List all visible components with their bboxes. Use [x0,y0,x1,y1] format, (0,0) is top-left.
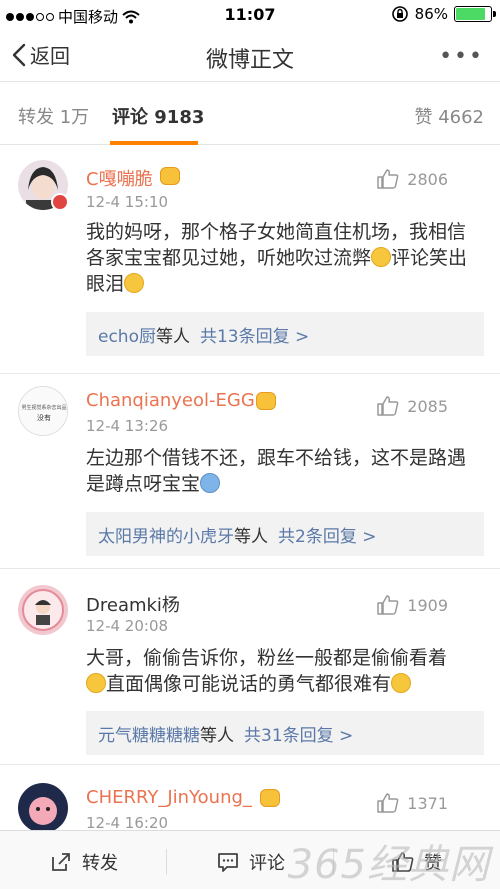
svg-text:男生视觉系杂志出品: 男生视觉系杂志出品 [21,404,66,411]
comment-text: 大哥，偷偷告诉你，粉丝一般都是偷偷看着 直面偶像可能说话的勇气都很难有 [86,647,448,695]
kid-emoji-icon [200,473,221,493]
comment-icon [218,853,238,872]
battery-icon [454,6,496,22]
reply-count[interactable]: 共2条回复 > [278,522,376,547]
page-title: 微博正文 [205,48,294,73]
like-count: 1371 [407,793,448,813]
comment-item: CHERRY_JinYoung_ 12-4 16:20 1371 [0,765,500,830]
comment-item: 男生视觉系杂志出品 没有 Chanqianyeol-EGG 12-4 13:26… [0,374,500,568]
laugh-tears-emoji-icon [391,673,412,693]
avatar[interactable]: 男生视觉系杂志出品 没有 [18,386,68,436]
reply-count[interactable]: 共31条回复 > [244,721,353,746]
comment-label: 评论 [249,853,285,874]
tab-bar: 转发 1万 评论 9183 赞 4662 [0,83,500,145]
like-button[interactable]: 2806 [377,169,448,189]
avatar[interactable] [18,783,68,830]
vip-badge-icon [260,789,280,807]
status-bar: 中国移动 11:07 86% [0,0,500,30]
reply-summary[interactable]: 元气糖糖糖糖 等人 共31条回复 > [86,711,484,755]
verified-badge-icon [51,193,69,211]
vip-badge-icon [256,392,276,410]
like-count: 1909 [407,595,448,615]
reply-users[interactable]: 元气糖糖糖糖 [98,721,200,746]
like-count: 2806 [407,169,448,189]
comment-item: Dreamki杨 12-4 20:08 1909 大哥，偷偷告诉你，粉丝一般都是… [0,569,500,764]
comment-time: 12-4 20:08 [86,617,169,635]
svg-text:没有: 没有 [37,413,51,422]
tab-repost[interactable]: 转发 1万 [18,103,89,129]
like-button[interactable]: 2085 [377,396,448,416]
nav-bar: 返回 微博正文 ••• [0,30,500,82]
like-button[interactable]: 1371 [377,793,448,813]
reply-mid: 等人 [200,725,234,746]
like-count: 2085 [407,396,448,416]
comment-text: 左边那个借钱不还，跟车不给钱，这不是路遇是蹲点呀宝宝 [86,447,467,495]
smile-emoji-icon [371,247,392,267]
thumbs-up-icon [377,793,399,813]
comment-author[interactable]: C嘎嘣脆 [86,165,153,191]
comment-time: 12-4 15:10 [86,193,169,211]
battery-percent: 86% [414,5,448,23]
rotation-lock-icon [391,6,408,22]
reply-mid: 等人 [155,326,190,347]
reply-summary[interactable]: echo厨 等人 共13条回复 > [86,312,484,356]
more-options-button[interactable]: ••• [439,44,484,69]
reply-count[interactable]: 共13条回复 > [200,322,309,347]
tab-like[interactable]: 赞 4662 [414,103,484,129]
comment-author[interactable]: CHERRY_JinYoung_ [86,787,252,808]
like-button[interactable]: 1909 [377,595,448,615]
comment-time: 12-4 13:26 [86,417,169,435]
reply-mid: 等人 [234,526,268,547]
vip-badge-icon [160,167,180,185]
repost-button[interactable]: 转发 [50,849,118,875]
thumbs-up-icon [377,595,399,615]
reply-users[interactable]: 太阳男神的小虎牙 [98,522,234,547]
comment-author[interactable]: Dreamki杨 [86,591,180,617]
tab-comment[interactable]: 评论 9183 [112,103,204,129]
reply-summary[interactable]: 太阳男神的小虎牙 等人 共2条回复 > [86,512,484,556]
watermark: 365经典网 [287,842,490,888]
comment-text: 我的妈呀，那个格子女她简直住机场，我相信各家宝宝都见过她，听她吹过流弊 评论笑出眼… [86,221,468,295]
avatar[interactable] [18,585,68,635]
comment-author[interactable]: Chanqianyeol-EGG [86,390,255,411]
comment-time: 12-4 16:20 [86,814,169,830]
comment-button[interactable]: 评论 [217,849,285,875]
laugh-tears-emoji-icon [124,273,145,293]
laugh-tears-emoji-icon [86,673,106,693]
thumbs-up-icon [377,396,399,416]
repost-icon [52,853,70,871]
divider [166,849,167,875]
status-right: 86% [391,5,496,23]
thumbs-up-icon [377,169,399,189]
repost-label: 转发 [82,853,118,874]
comment-item: C嘎嘣脆 12-4 15:10 2806 我的妈呀，那个格子女她简直住机场，我相… [0,145,500,373]
reply-users[interactable]: echo厨 [98,322,156,347]
